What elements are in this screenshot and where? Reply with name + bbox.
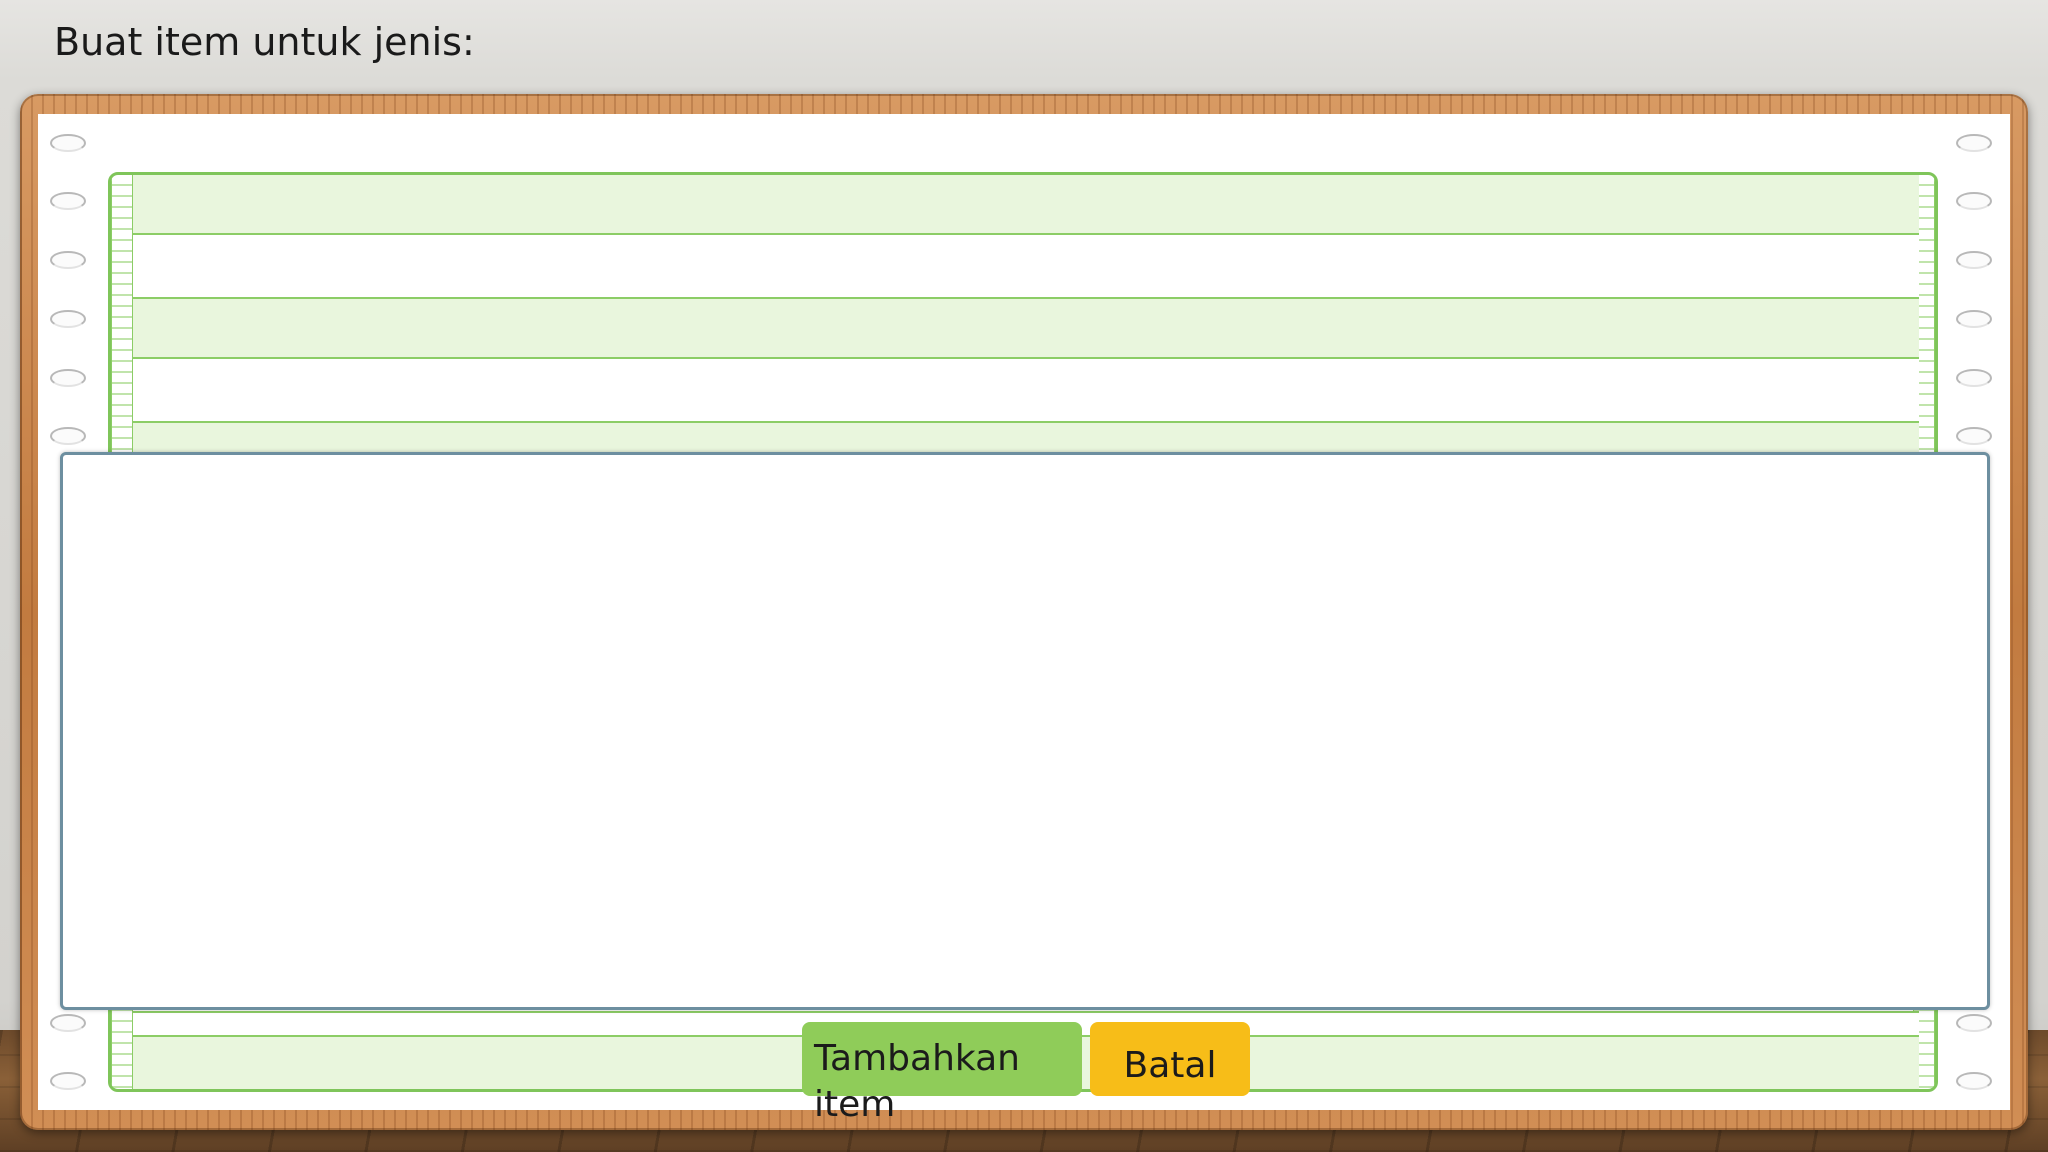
- form-band: [133, 357, 1919, 423]
- feed-hole-icon: [50, 369, 86, 387]
- feed-hole-icon: [50, 1072, 86, 1090]
- feed-hole-icon: [1956, 310, 1992, 328]
- form-band: [133, 175, 1919, 235]
- form-band: [133, 297, 1919, 359]
- feed-hole-icon: [50, 310, 86, 328]
- feed-hole-icon: [1956, 251, 1992, 269]
- add-item-button[interactable]: Tambahkan item: [802, 1022, 1082, 1125]
- feed-hole-icon: [1956, 369, 1992, 387]
- feed-hole-icon: [1956, 427, 1992, 445]
- cancel-button[interactable]: Batal: [1090, 1022, 1250, 1096]
- feed-hole-icon: [50, 1014, 86, 1032]
- feed-hole-icon: [50, 427, 86, 445]
- feed-hole-icon: [50, 134, 86, 152]
- page-title: Buat item untuk jenis:: [54, 20, 475, 64]
- item-text-area[interactable]: [60, 452, 1990, 1010]
- feed-hole-icon: [50, 251, 86, 269]
- feed-hole-icon: [1956, 192, 1992, 210]
- feed-hole-icon: [1956, 1072, 1992, 1090]
- feed-hole-icon: [1956, 134, 1992, 152]
- form-band: [133, 233, 1919, 299]
- feed-hole-icon: [50, 192, 86, 210]
- feed-hole-icon: [1956, 1014, 1992, 1032]
